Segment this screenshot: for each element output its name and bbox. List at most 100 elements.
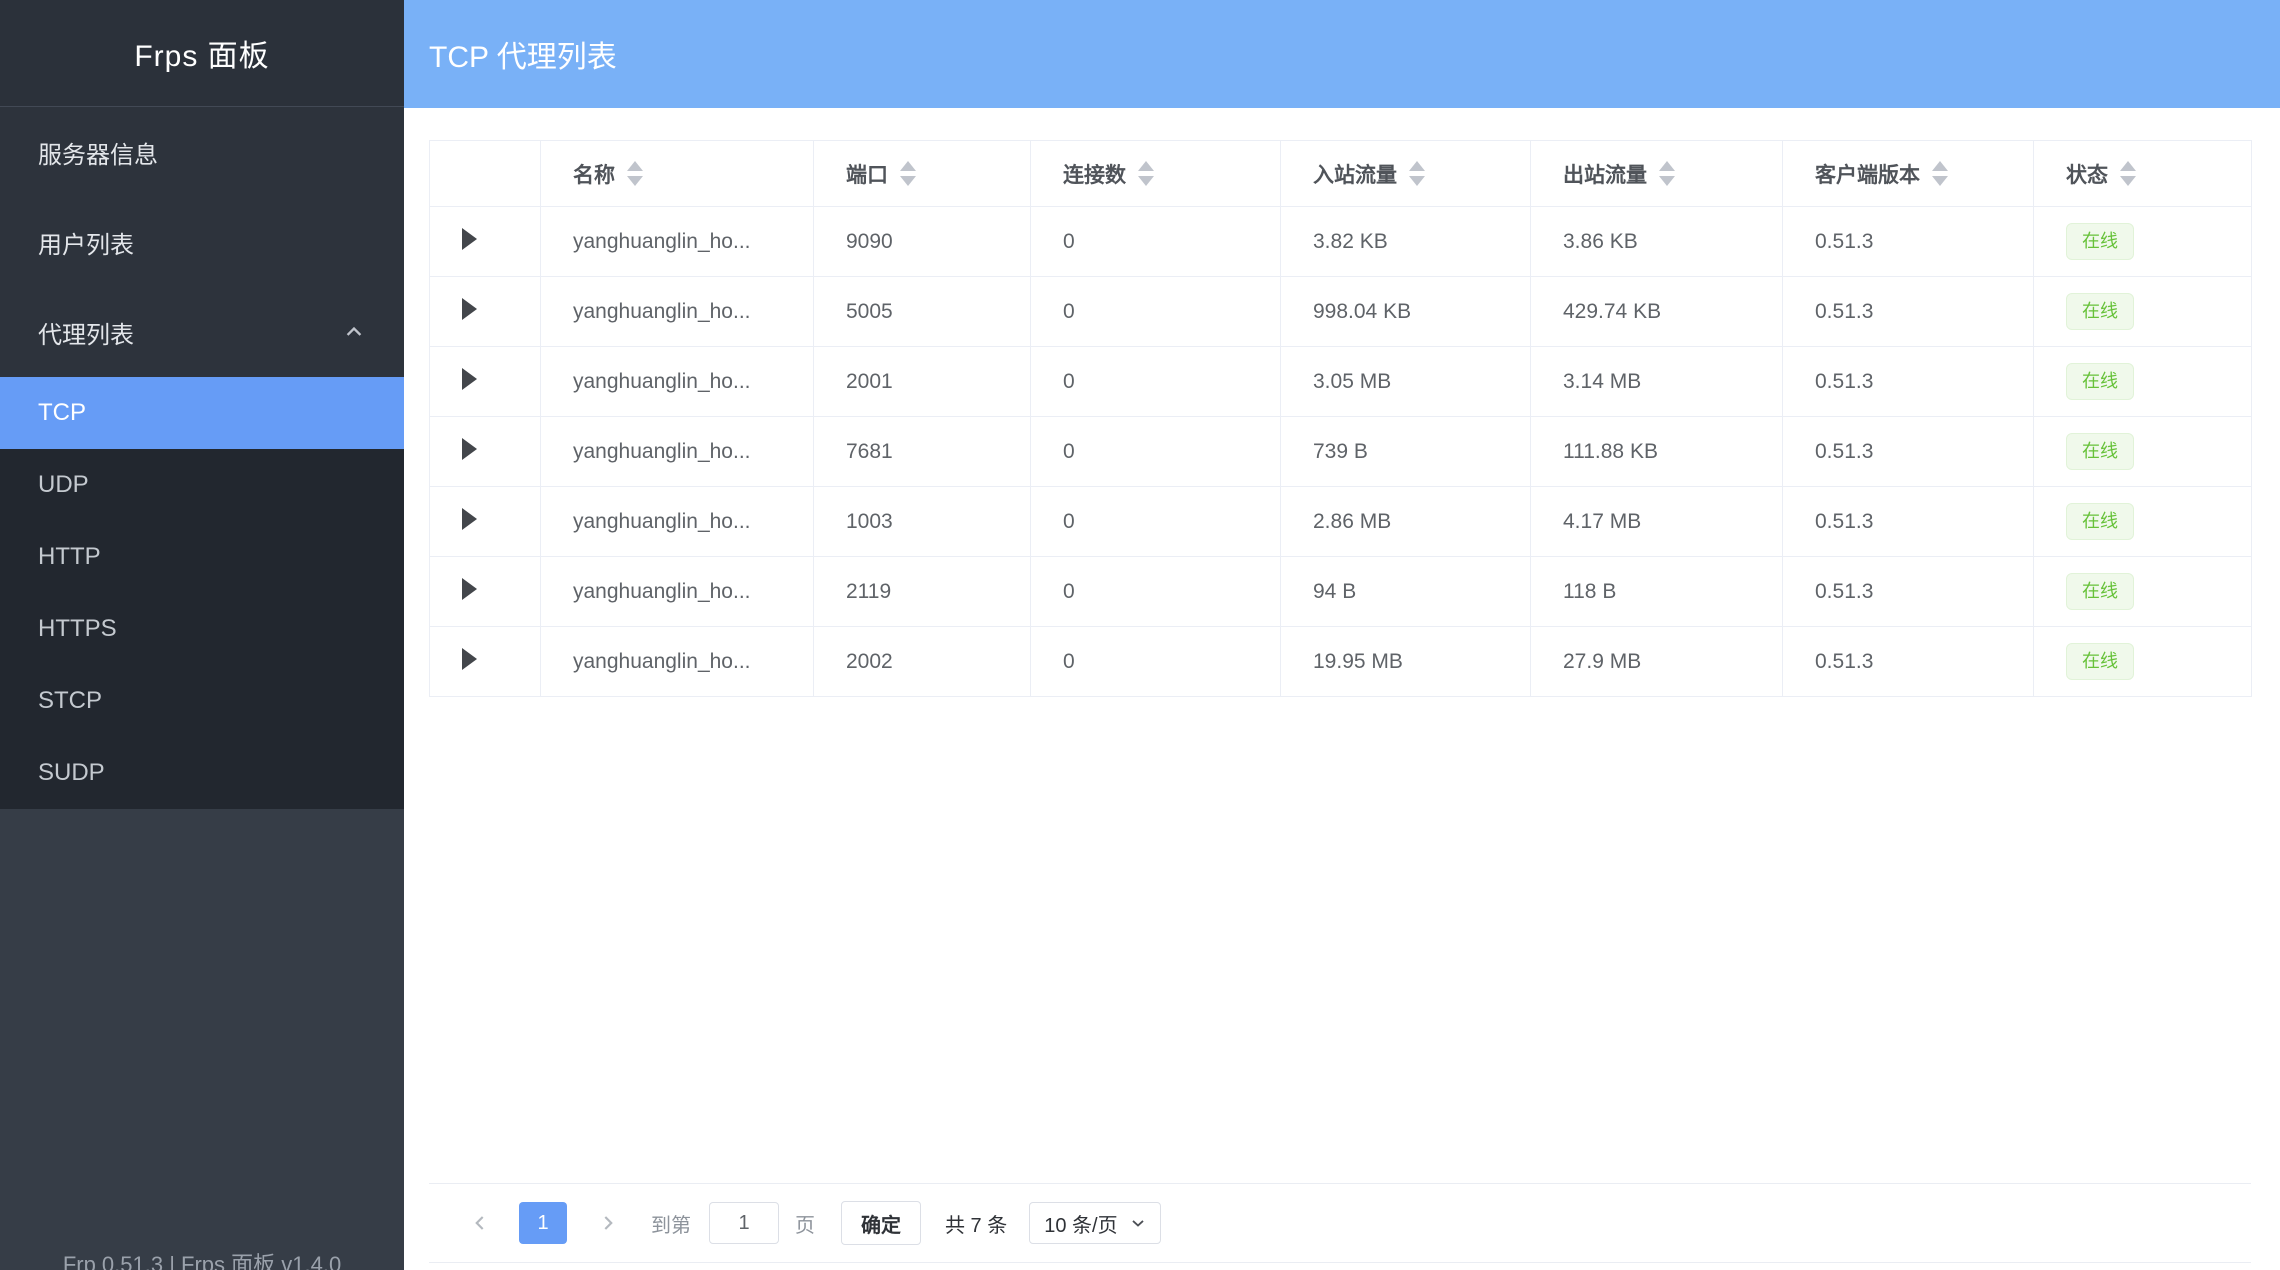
row-expand-button[interactable] <box>462 228 477 250</box>
page-jump-input[interactable] <box>709 1202 779 1244</box>
row-expand-button[interactable] <box>462 508 477 530</box>
cell-port: 2119 <box>814 557 1031 627</box>
sort-caret-icon[interactable] <box>1932 161 1948 186</box>
proxy-table-region: 名称 端口 连接数 入站流量 出站流量 客户端版本 状态 yanghuanglin_ho...… <box>429 140 2251 1183</box>
cell-version: 0.51.3 <box>1783 207 2034 277</box>
chevron-right-icon <box>595 1210 621 1236</box>
sort-caret-icon[interactable] <box>1409 161 1425 186</box>
column-header-1[interactable]: 端口 <box>814 141 1031 207</box>
column-label: 入站流量 <box>1313 159 1397 189</box>
sidebar-subitem-sudp[interactable]: SUDP <box>0 737 404 809</box>
page-title: TCP 代理列表 <box>429 32 617 76</box>
column-label: 客户端版本 <box>1815 159 1920 189</box>
cell-traffic_in: 2.86 MB <box>1281 487 1531 557</box>
table-row: yanghuanglin_ho...100302.86 MB4.17 MB0.5… <box>430 487 2252 557</box>
cell-connections: 0 <box>1031 487 1281 557</box>
page-unit-label: 页 <box>795 1209 815 1238</box>
sidebar-subitem-tcp[interactable]: TCP <box>0 377 404 449</box>
page-size-select[interactable]: 10 条/页 <box>1029 1202 1160 1244</box>
column-header-2[interactable]: 连接数 <box>1031 141 1281 207</box>
sidebar-subitem-udp[interactable]: UDP <box>0 449 404 521</box>
cell-status: 在线 <box>2034 207 2252 277</box>
prev-page-button[interactable] <box>467 1210 493 1236</box>
row-expand-button[interactable] <box>462 438 477 460</box>
cell-name: yanghuanglin_ho... <box>541 557 814 627</box>
cell-name: yanghuanglin_ho... <box>541 627 814 697</box>
cell-traffic_out: 111.88 KB <box>1531 417 1783 487</box>
cell-traffic_in: 3.05 MB <box>1281 347 1531 417</box>
row-expand-button[interactable] <box>462 368 477 390</box>
expand-cell <box>430 417 541 487</box>
cell-version: 0.51.3 <box>1783 347 2034 417</box>
chevron-left-icon <box>467 1210 493 1236</box>
column-header-inner: 连接数 <box>1063 159 1154 189</box>
row-expand-button[interactable] <box>462 578 477 600</box>
expand-cell <box>430 487 541 557</box>
column-header-5[interactable]: 客户端版本 <box>1783 141 2034 207</box>
cell-name: yanghuanglin_ho... <box>541 347 814 417</box>
expand-cell <box>430 207 541 277</box>
status-badge: 在线 <box>2066 503 2134 540</box>
column-header-inner: 端口 <box>846 159 916 189</box>
cell-status: 在线 <box>2034 417 2252 487</box>
cell-status: 在线 <box>2034 487 2252 557</box>
cell-port: 2002 <box>814 627 1031 697</box>
column-header-6[interactable]: 状态 <box>2034 141 2252 207</box>
total-count-label: 共 7 条 <box>945 1209 1007 1238</box>
column-label: 连接数 <box>1063 159 1126 189</box>
sidebar-submenu-proxy-list: TCPUDPHTTPHTTPSSTCPSUDP <box>0 377 404 809</box>
cell-version: 0.51.3 <box>1783 417 2034 487</box>
cell-traffic_out: 3.14 MB <box>1531 347 1783 417</box>
column-label: 状态 <box>2066 159 2108 189</box>
cell-traffic_out: 3.86 KB <box>1531 207 1783 277</box>
chevron-down-icon <box>1128 1213 1148 1233</box>
cell-connections: 0 <box>1031 347 1281 417</box>
cell-traffic_in: 94 B <box>1281 557 1531 627</box>
column-header-4[interactable]: 出站流量 <box>1531 141 1783 207</box>
cell-traffic_out: 27.9 MB <box>1531 627 1783 697</box>
page-number-button[interactable]: 1 <box>519 1202 567 1244</box>
row-expand-button[interactable] <box>462 648 477 670</box>
expand-cell <box>430 627 541 697</box>
cell-version: 0.51.3 <box>1783 487 2034 557</box>
cell-status: 在线 <box>2034 557 2252 627</box>
cell-name: yanghuanglin_ho... <box>541 417 814 487</box>
sort-caret-icon[interactable] <box>1659 161 1675 186</box>
sidebar-item-server-info[interactable]: 服务器信息 <box>0 107 404 197</box>
cell-status: 在线 <box>2034 347 2252 417</box>
cell-traffic_out: 4.17 MB <box>1531 487 1783 557</box>
column-header-inner: 状态 <box>2066 159 2136 189</box>
next-page-button[interactable] <box>595 1210 621 1236</box>
app-title: Frps 面板 <box>0 0 404 107</box>
table-row: yanghuanglin_ho...50050998.04 KB429.74 K… <box>430 277 2252 347</box>
sidebar-subitem-http[interactable]: HTTP <box>0 521 404 593</box>
column-header-inner: 客户端版本 <box>1815 159 1948 189</box>
column-header-inner: 入站流量 <box>1313 159 1425 189</box>
sort-caret-icon[interactable] <box>900 161 916 186</box>
table-row: yanghuanglin_ho...76810739 B111.88 KB0.5… <box>430 417 2252 487</box>
column-header-3[interactable]: 入站流量 <box>1281 141 1531 207</box>
confirm-button[interactable]: 确定 <box>841 1201 921 1245</box>
sidebar-subitem-stcp[interactable]: STCP <box>0 665 404 737</box>
cell-version: 0.51.3 <box>1783 557 2034 627</box>
status-badge: 在线 <box>2066 223 2134 260</box>
sort-caret-icon[interactable] <box>1138 161 1154 186</box>
sort-caret-icon[interactable] <box>627 161 643 186</box>
cell-connections: 0 <box>1031 417 1281 487</box>
cell-version: 0.51.3 <box>1783 627 2034 697</box>
sidebar-item-label: 用户列表 <box>38 225 134 260</box>
cell-port: 1003 <box>814 487 1031 557</box>
sort-caret-icon[interactable] <box>2120 161 2136 186</box>
column-header-inner: 出站流量 <box>1563 159 1675 189</box>
cell-port: 7681 <box>814 417 1031 487</box>
sidebar-item-user-list[interactable]: 用户列表 <box>0 197 404 287</box>
sidebar-subitem-https[interactable]: HTTPS <box>0 593 404 665</box>
sidebar-item-proxy-list[interactable]: 代理列表 <box>0 287 404 377</box>
cell-name: yanghuanglin_ho... <box>541 277 814 347</box>
sidebar-item-label: 代理列表 <box>38 315 134 350</box>
cell-port: 5005 <box>814 277 1031 347</box>
cell-traffic_in: 19.95 MB <box>1281 627 1531 697</box>
cell-name: yanghuanglin_ho... <box>541 487 814 557</box>
row-expand-button[interactable] <box>462 298 477 320</box>
column-header-0[interactable]: 名称 <box>541 141 814 207</box>
